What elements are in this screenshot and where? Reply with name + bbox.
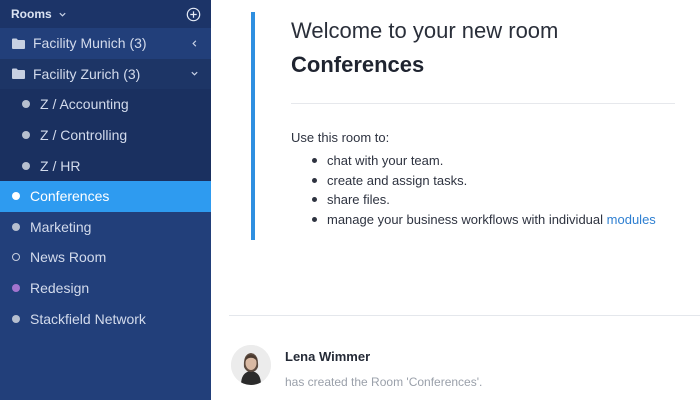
chevron-left-icon[interactable] (190, 39, 199, 48)
modules-link[interactable]: modules (607, 212, 656, 227)
room-z-accounting[interactable]: Z / Accounting (0, 89, 211, 120)
add-room-icon[interactable] (186, 7, 201, 22)
room-stackfield-network[interactable]: Stackfield Network (0, 303, 211, 334)
room-z-hr[interactable]: Z / HR (0, 150, 211, 181)
welcome-card: Welcome to your new room Conferences Use… (251, 12, 675, 240)
room-z-controlling[interactable]: Z / Controlling (0, 119, 211, 151)
room-label: Stackfield Network (30, 310, 146, 327)
feature-list: chat with your team. create and assign t… (309, 151, 675, 229)
folder-icon (12, 38, 25, 49)
room-label: Redesign (30, 280, 90, 297)
folder-label: Facility Zurich (3) (33, 65, 141, 82)
room-dot-icon (12, 314, 20, 323)
room-label: Z / Controlling (40, 127, 128, 144)
room-conferences[interactable]: Conferences (0, 180, 211, 212)
list-item-text: manage your business workflows with indi… (327, 211, 604, 227)
list-item: manage your business workflows with indi… (309, 210, 675, 230)
room-label: News Room (30, 249, 107, 266)
divider (291, 103, 675, 104)
room-marketing[interactable]: Marketing (0, 212, 211, 243)
room-label: Conferences (30, 188, 110, 205)
avatar-image (231, 345, 271, 385)
room-dot-icon (22, 100, 30, 109)
intro-text: Use this room to: (291, 130, 390, 145)
main-content: Welcome to your new room Conferences Use… (211, 0, 700, 400)
activity-author[interactable]: Lena Wimmer (285, 349, 370, 364)
rooms-title[interactable]: Rooms (11, 7, 52, 21)
folder-icon (12, 68, 25, 80)
folder-label: Facility Munich (3) (33, 35, 147, 52)
sidebar: Rooms Facility Munich (3) Facility Zuric… (0, 0, 211, 400)
activity-item: Lena Wimmer has created the Room 'Confer… (231, 343, 691, 400)
room-redesign[interactable]: Redesign (0, 273, 211, 304)
list-item: chat with your team. (309, 151, 675, 171)
list-item: create and assign tasks. (309, 171, 675, 191)
activity-text: has created the Room 'Conferences'. (285, 375, 483, 389)
room-label: Z / HR (40, 157, 81, 174)
divider (229, 315, 700, 316)
room-dot-icon (22, 161, 30, 170)
room-dot-icon (22, 131, 30, 140)
room-dot-icon (12, 192, 20, 201)
avatar[interactable] (231, 345, 271, 385)
room-name-heading: Conferences (291, 52, 425, 77)
list-item: share files. (309, 190, 675, 210)
room-dot-icon (12, 284, 20, 293)
folder-facility-zurich[interactable]: Facility Zurich (3) (0, 58, 211, 90)
room-dot-icon (12, 222, 20, 231)
rooms-header[interactable]: Rooms (0, 0, 211, 28)
room-label: Marketing (30, 218, 92, 235)
welcome-heading: Welcome to your new room (291, 18, 559, 43)
chevron-down-icon[interactable] (190, 69, 199, 78)
chevron-down-icon[interactable] (58, 10, 67, 19)
room-dot-icon (12, 253, 20, 262)
folder-facility-munich[interactable]: Facility Munich (3) (0, 28, 211, 59)
room-label: Z / Accounting (40, 96, 129, 113)
room-news-room[interactable]: News Room (0, 242, 211, 273)
